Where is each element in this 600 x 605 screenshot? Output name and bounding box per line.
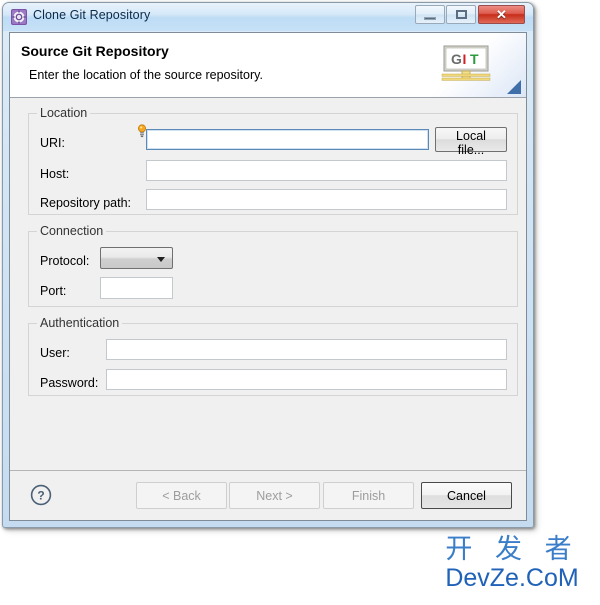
repository-path-input[interactable] (146, 189, 507, 210)
password-label: Password: (40, 376, 99, 390)
help-icon[interactable]: ? (30, 484, 52, 506)
dialog-window: Clone Git Repository ✕ G I T Source Git … (2, 2, 534, 528)
wizard-dialog: G I T Source Git Repository Enter the lo… (9, 32, 527, 521)
finish-button[interactable]: Finish (323, 482, 414, 509)
close-icon: ✕ (496, 7, 507, 22)
uri-input[interactable] (146, 129, 429, 150)
svg-text:T: T (470, 51, 479, 67)
local-file-button[interactable]: Local file... (435, 127, 507, 157)
port-label: Port: (40, 284, 67, 298)
page-description: Enter the location of the source reposit… (29, 68, 263, 82)
protocol-label: Protocol: (40, 254, 90, 268)
git-logo-icon: G I T (441, 45, 491, 81)
chevron-down-icon (157, 257, 165, 262)
user-label: User: (40, 346, 70, 360)
host-label: Host: (40, 167, 70, 181)
dialog-button-bar: ? < Back Next > Finish Cancel (10, 470, 526, 520)
next-button[interactable]: Next > (229, 482, 320, 509)
close-button[interactable]: ✕ (478, 5, 525, 24)
watermark-latin: DevZe.CoM (445, 564, 579, 592)
repository-path-label: Repository path: (40, 196, 132, 210)
protocol-dropdown[interactable] (100, 247, 173, 269)
title-bar[interactable]: Clone Git Repository ✕ (3, 3, 533, 31)
wizard-content: Location Connection Authentication URI: … (10, 98, 526, 471)
git-repository-icon (11, 9, 27, 25)
password-input[interactable] (106, 369, 507, 390)
minimize-button[interactable] (415, 5, 445, 24)
maximize-button[interactable] (446, 5, 476, 24)
uri-label: URI: (40, 136, 65, 150)
back-button[interactable]: < Back (136, 482, 227, 509)
window-title: Clone Git Repository (33, 8, 151, 22)
svg-text:I: I (463, 51, 467, 67)
page-title: Source Git Repository (21, 43, 169, 59)
group-authentication-legend: Authentication (40, 316, 120, 330)
watermark: 开 发 者 DevZe.CoM (424, 534, 600, 592)
group-location-legend: Location (40, 106, 88, 120)
user-input[interactable] (106, 339, 507, 360)
corner-triangle-icon (507, 80, 521, 94)
cancel-button[interactable]: Cancel (421, 482, 512, 509)
wizard-header: G I T Source Git Repository Enter the lo… (10, 33, 526, 98)
svg-text:?: ? (37, 489, 44, 503)
group-connection-legend: Connection (40, 224, 104, 238)
minimize-icon (424, 17, 436, 20)
maximize-icon (456, 10, 467, 19)
host-input[interactable] (146, 160, 507, 181)
watermark-chinese: 开 发 者 (445, 534, 579, 565)
svg-text:G: G (451, 51, 462, 67)
port-input[interactable] (100, 277, 173, 299)
